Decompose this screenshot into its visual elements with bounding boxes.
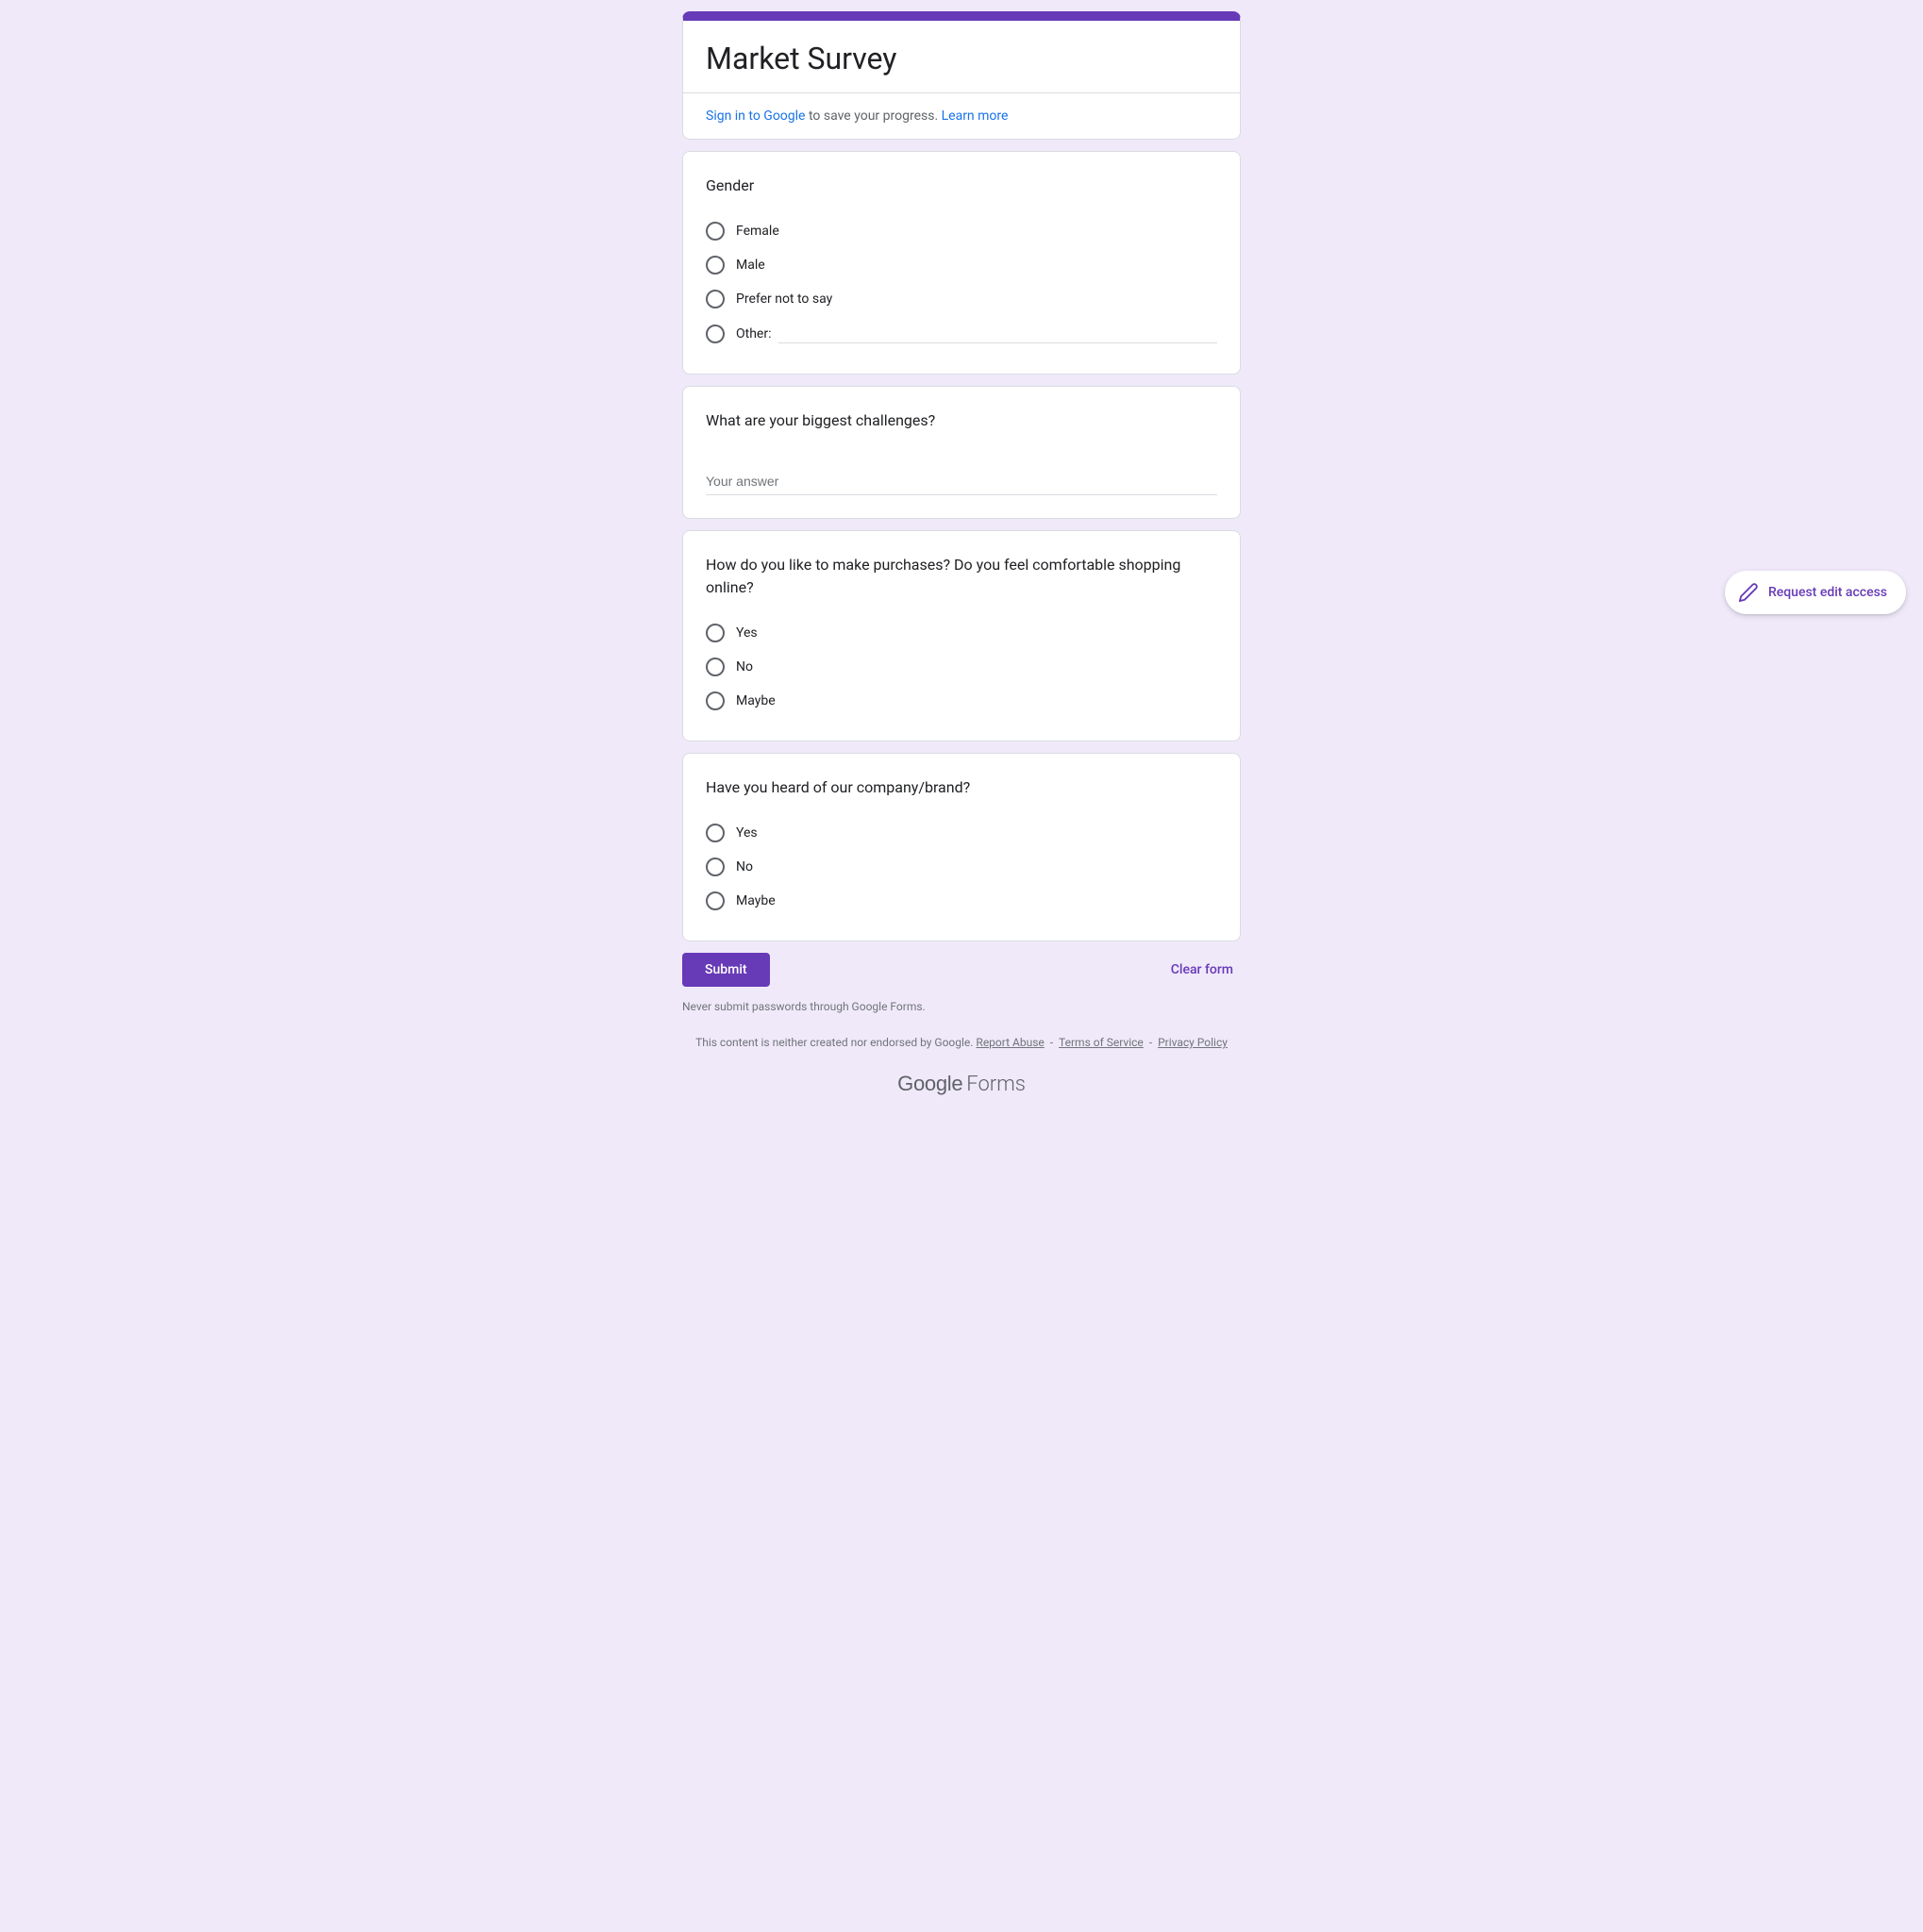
question-title: Have you heard of our company/brand? xyxy=(706,776,1217,799)
clear-form-button[interactable]: Clear form xyxy=(1163,955,1241,985)
radio-icon xyxy=(706,325,725,343)
radio-icon xyxy=(706,858,725,876)
radio-icon xyxy=(706,624,725,642)
radio-icon xyxy=(706,256,725,275)
other-input[interactable] xyxy=(778,324,1217,343)
learn-more-link[interactable]: Learn more xyxy=(942,108,1009,124)
signin-row: Sign in to Google to save your progress.… xyxy=(683,93,1240,139)
radio-label: Maybe xyxy=(736,693,776,708)
radio-option-yes[interactable]: Yes xyxy=(706,616,1217,650)
radio-option-no[interactable]: No xyxy=(706,650,1217,684)
request-edit-label: Request edit access xyxy=(1768,585,1887,600)
separator: - xyxy=(1047,1036,1056,1049)
question-card-purchases: How do you like to make purchases? Do yo… xyxy=(682,530,1241,741)
radio-option-male[interactable]: Male xyxy=(706,248,1217,282)
radio-icon xyxy=(706,691,725,710)
other-input-wrap xyxy=(778,324,1217,343)
radio-label: Yes xyxy=(736,825,758,841)
radio-label-other: Other: xyxy=(736,326,771,341)
radio-option-yes[interactable]: Yes xyxy=(706,816,1217,850)
question-card-challenges: What are your biggest challenges? xyxy=(682,386,1241,519)
password-warning: Never submit passwords through Google Fo… xyxy=(682,1000,1241,1013)
question-card-gender: Gender Female Male Prefer not to say Oth… xyxy=(682,151,1241,375)
header-card: Market Survey Sign in to Google to save … xyxy=(682,11,1241,140)
radio-label: Female xyxy=(736,224,779,239)
logo-google-text: Google xyxy=(897,1072,962,1096)
disclaimer-text: This content is neither created nor endo… xyxy=(695,1036,976,1049)
radio-icon xyxy=(706,891,725,910)
footer-disclaimer: This content is neither created nor endo… xyxy=(682,1036,1241,1049)
radio-icon xyxy=(706,658,725,676)
terms-link[interactable]: Terms of Service xyxy=(1059,1036,1144,1049)
privacy-link[interactable]: Privacy Policy xyxy=(1158,1036,1228,1049)
form-container: Market Survey Sign in to Google to save … xyxy=(682,11,1241,1096)
radio-label: Prefer not to say xyxy=(736,291,832,307)
radio-option-other[interactable]: Other: xyxy=(706,316,1217,351)
google-forms-logo[interactable]: Google Forms xyxy=(682,1072,1241,1096)
radio-icon xyxy=(706,290,725,308)
form-title: Market Survey xyxy=(683,21,1240,92)
signin-text: to save your progress. xyxy=(806,108,942,124)
separator: - xyxy=(1146,1036,1155,1049)
radio-label: No xyxy=(736,659,753,675)
radio-option-maybe[interactable]: Maybe xyxy=(706,684,1217,718)
radio-icon xyxy=(706,824,725,842)
radio-label: Maybe xyxy=(736,893,776,908)
radio-label: Male xyxy=(736,258,765,273)
radio-option-prefer-not[interactable]: Prefer not to say xyxy=(706,282,1217,316)
request-edit-access-button[interactable]: Request edit access xyxy=(1725,571,1906,614)
question-title: How do you like to make purchases? Do yo… xyxy=(706,554,1217,599)
report-abuse-link[interactable]: Report Abuse xyxy=(976,1036,1044,1049)
signin-link[interactable]: Sign in to Google xyxy=(706,108,806,124)
pencil-icon xyxy=(1738,582,1759,603)
answer-input[interactable] xyxy=(706,468,1217,495)
submit-button[interactable]: Submit xyxy=(682,953,770,987)
radio-option-maybe[interactable]: Maybe xyxy=(706,884,1217,918)
question-title: What are your biggest challenges? xyxy=(706,409,1217,432)
radio-label: No xyxy=(736,859,753,874)
radio-option-female[interactable]: Female xyxy=(706,214,1217,248)
logo-forms-text: Forms xyxy=(966,1073,1026,1096)
radio-icon xyxy=(706,222,725,241)
question-title: Gender xyxy=(706,175,1217,197)
radio-label: Yes xyxy=(736,625,758,641)
radio-option-no[interactable]: No xyxy=(706,850,1217,884)
question-card-brand: Have you heard of our company/brand? Yes… xyxy=(682,753,1241,941)
actions-row: Submit Clear form xyxy=(682,953,1241,987)
